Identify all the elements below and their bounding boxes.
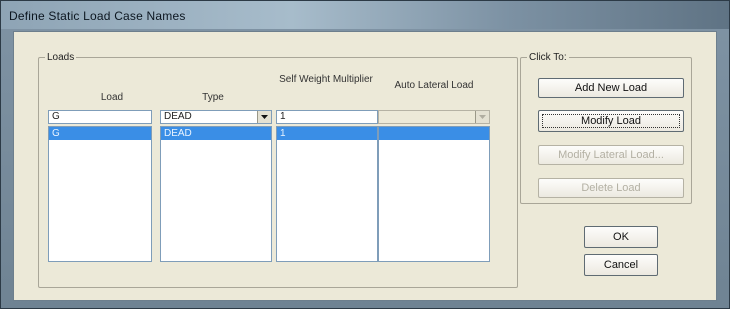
ok-button[interactable]: OK <box>584 226 658 248</box>
list-item-load[interactable]: G <box>49 127 151 140</box>
auto-lateral-dropdown-button <box>475 111 489 123</box>
cancel-button[interactable]: Cancel <box>584 254 658 276</box>
column-header-load: Load <box>100 92 124 103</box>
title-bar[interactable]: Define Static Load Case Names <box>1 1 729 29</box>
add-new-load-button[interactable]: Add New Load <box>538 78 684 98</box>
self-weight-multiplier-input[interactable]: 1 <box>276 110 378 124</box>
type-dropdown-button[interactable] <box>257 111 271 123</box>
ok-label: OK <box>613 231 629 243</box>
type-select[interactable]: DEAD <box>160 110 272 124</box>
modify-lateral-load-label: Modify Lateral Load... <box>558 149 664 161</box>
loads-group-label: Loads <box>47 52 75 63</box>
modify-load-button[interactable]: Modify Load <box>538 110 684 132</box>
modify-lateral-load-button: Modify Lateral Load... <box>538 145 684 165</box>
window-title: Define Static Load Case Names <box>9 9 186 23</box>
list-item-self-weight[interactable]: 1 <box>277 127 377 140</box>
dialog-body: Loads Load Type Self Weight Multiplier A… <box>13 31 717 301</box>
auto-lateral-load-select <box>378 110 490 124</box>
cancel-label: Cancel <box>603 259 639 271</box>
click-to-label: Click To: <box>529 52 567 63</box>
add-new-load-label: Add New Load <box>574 82 648 94</box>
type-select-value: DEAD <box>164 111 192 122</box>
list-item-type[interactable]: DEAD <box>161 127 271 140</box>
column-header-auto-lateral-load: Auto Lateral Load <box>394 80 474 91</box>
column-header-self-weight-multiplier: Self Weight Multiplier <box>279 74 373 85</box>
delete-load-label: Delete Load <box>581 182 641 194</box>
chevron-down-icon <box>479 115 486 119</box>
load-name-input[interactable]: G <box>48 110 152 124</box>
dialog-window: Define Static Load Case Names Loads Load… <box>0 0 730 309</box>
delete-load-button: Delete Load <box>538 178 684 198</box>
modify-load-label: Modify Load <box>581 115 641 127</box>
list-item-auto-lateral[interactable] <box>379 127 489 140</box>
self-weight-list[interactable]: 1 <box>276 126 378 262</box>
type-list[interactable]: DEAD <box>160 126 272 262</box>
column-header-type: Type <box>202 92 224 103</box>
load-name-list[interactable]: G <box>48 126 152 262</box>
chevron-down-icon <box>261 115 268 119</box>
auto-lateral-list[interactable] <box>378 126 490 262</box>
